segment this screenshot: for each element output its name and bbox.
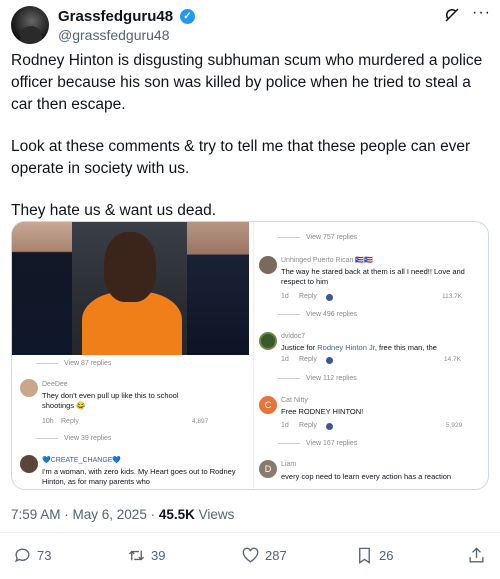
views-label: Views — [194, 507, 235, 522]
comment-user: Cat Nitty — [281, 397, 308, 404]
comment-likes: 4,897 — [192, 418, 209, 425]
comment-likes: 113.7K — [442, 293, 463, 300]
tweet-meta: 7:59 AM · May 6, 2025 · 45.5K Views — [11, 507, 234, 522]
comment-time: 1d — [281, 356, 289, 363]
post-timestamp[interactable]: 7:59 AM · May 6, 2025 · — [11, 507, 159, 522]
bookmark-button[interactable]: 26 — [355, 546, 393, 565]
officer-figure-right — [187, 222, 249, 355]
repost-button[interactable]: 39 — [127, 546, 165, 565]
like-count: 287 — [265, 548, 287, 563]
comment-user: DeeDee — [42, 381, 68, 388]
comment-likes: 5,929 — [446, 422, 463, 429]
heart-icon — [242, 547, 259, 563]
view-replies-link: View 39 replies — [36, 435, 111, 442]
creator-avatar-icon — [326, 357, 333, 364]
comment-likes: 14.7K — [444, 356, 461, 363]
commenter-avatar — [259, 332, 277, 350]
repost-count: 39 — [151, 548, 166, 563]
view-replies-link: View 167 replies — [278, 440, 357, 447]
person-head — [104, 232, 156, 302]
comment-text: Free RODNEY HINTON! — [281, 407, 364, 416]
bookmark-icon — [359, 547, 370, 564]
commenter-avatar — [20, 379, 38, 397]
share-button[interactable] — [467, 546, 486, 565]
divider — [0, 532, 500, 533]
creator-avatar-icon — [326, 423, 333, 430]
reply-icon — [15, 548, 30, 563]
comment-user: Liam — [281, 461, 297, 468]
like-button[interactable]: 287 — [241, 546, 287, 565]
verified-badge-icon: ✓ — [180, 9, 195, 24]
comment-reply: Reply — [61, 418, 79, 425]
commenter-avatar — [20, 455, 38, 473]
tweet-paragraph-3: They hate us & want us dead. — [11, 202, 217, 219]
repost-icon — [128, 550, 145, 561]
comment-reply: Reply — [299, 356, 317, 363]
view-replies-link: View 496 replies — [278, 311, 357, 318]
comment-time: 10h — [42, 418, 54, 425]
comment-time: 1d — [281, 293, 289, 300]
comment-text: Justice for Rodney Hinton Jr, free this … — [281, 343, 437, 352]
comment-text: every cop need to learn every action has… — [281, 472, 452, 481]
comment-user: 💙CREATE_CHANGE💙 — [42, 457, 122, 464]
comment-user: Unhinged Puerto Rican 🇵🇷🇵🇷 — [281, 257, 373, 264]
view-replies-link: View 112 replies — [278, 375, 357, 382]
creator-avatar-icon — [326, 294, 333, 301]
comment-reply: Reply — [299, 293, 317, 300]
officer-figure-left — [12, 222, 72, 355]
share-icon — [469, 547, 484, 563]
grok-icon[interactable] — [443, 6, 461, 29]
tweet-header: Grassfedguru48 ✓ @grassfedguru48 ··· — [11, 4, 491, 46]
tweet-paragraph-1: Rodney Hinton is disgusting subhuman scu… — [11, 52, 483, 113]
author-handle[interactable]: @grassfedguru48 — [58, 27, 170, 43]
avatar[interactable] — [11, 6, 49, 44]
view-count: 45.5K — [158, 507, 195, 522]
media-image[interactable]: View 87 replies DeeDee They don't even p… — [11, 221, 489, 490]
commenter-avatar: D — [259, 460, 277, 478]
comment-text: They don't even pull up like this to sch… — [42, 391, 179, 410]
comment-user: dvldoc7 — [281, 333, 306, 340]
reply-count: 73 — [37, 548, 52, 563]
commenter-avatar — [259, 256, 277, 274]
reply-button[interactable]: 73 — [13, 546, 51, 565]
bookmark-count: 26 — [379, 548, 394, 563]
comment-text: The way he stared back at them is all I … — [281, 267, 465, 286]
view-replies-link: View 87 replies — [36, 360, 111, 367]
more-options-icon[interactable]: ··· — [472, 4, 491, 22]
media-left-panel: View 87 replies DeeDee They don't even p… — [12, 222, 249, 489]
media-right-panel: View 757 replies Unhinged Puerto Rican 🇵… — [253, 222, 488, 489]
courtroom-photo — [12, 222, 249, 355]
tweet-text: Rodney Hinton is disgusting subhuman scu… — [11, 50, 489, 242]
comment-time: 1d — [281, 422, 289, 429]
comment-text: I'm a woman, with zero kids. My Heart go… — [42, 467, 236, 486]
view-replies-link: View 757 replies — [278, 234, 357, 241]
author-name[interactable]: Grassfedguru48 — [58, 8, 173, 25]
comment-reply: Reply — [299, 422, 317, 429]
action-bar: 73 39 287 26 — [11, 546, 489, 568]
commenter-avatar: C — [259, 396, 277, 414]
tweet-paragraph-2: Look at these comments & try to tell me … — [11, 138, 471, 177]
